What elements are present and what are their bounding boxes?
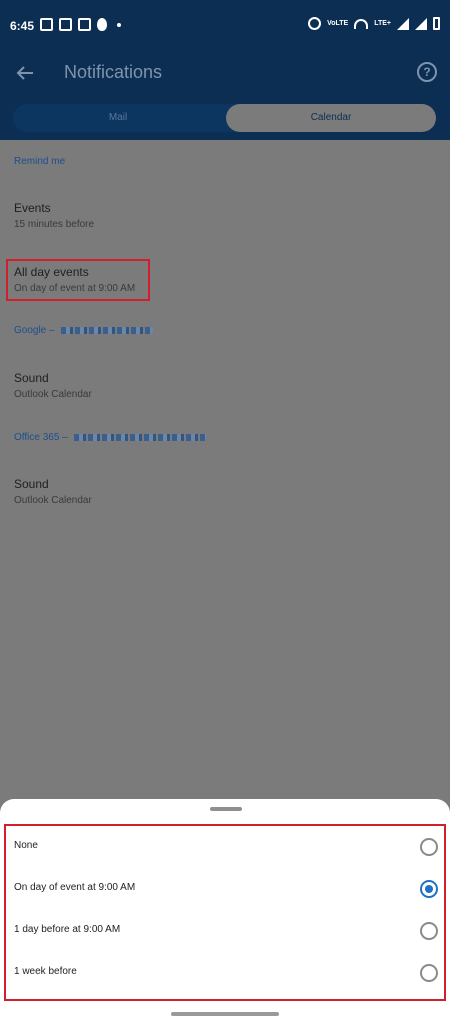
more-notifications-icon	[117, 22, 121, 27]
lte-label: LTE+	[374, 20, 391, 27]
section-google-label: Google –	[14, 325, 55, 336]
highlight-box-options	[4, 824, 446, 1001]
app-notification-icon	[78, 18, 91, 31]
hotspot-icon	[354, 18, 369, 29]
signal-icon	[397, 17, 409, 30]
redacted-email	[73, 433, 206, 441]
notification-icons	[40, 18, 121, 31]
highlight-box-all-day	[6, 259, 150, 301]
setting-office365-sound[interactable]: Sound Outlook Calendar	[14, 477, 92, 506]
setting-title: Sound	[14, 477, 49, 491]
message-icon	[40, 18, 53, 31]
alarm-icon	[308, 17, 322, 30]
drag-handle[interactable]	[210, 807, 242, 811]
setting-value: 15 minutes before	[14, 219, 95, 230]
status-bar: 6:45 VoLTE LTE+	[0, 0, 450, 48]
signal-icon-2	[415, 17, 427, 30]
redacted-email	[60, 326, 153, 334]
battery-icon	[433, 17, 440, 30]
tab-mail[interactable]: Mail	[13, 104, 223, 132]
mail-calendar-toggle: Mail Calendar	[13, 104, 436, 132]
bottom-sheet: None On day of event at 9:00 AM 1 day be…	[0, 799, 450, 1024]
setting-title: Events	[14, 201, 51, 215]
setting-value: Outlook Calendar	[14, 495, 92, 506]
setting-value: Outlook Calendar	[14, 389, 92, 400]
section-remind-me: Remind me	[14, 156, 66, 167]
gesture-nav-bar[interactable]	[171, 1012, 279, 1016]
setting-title: Sound	[14, 371, 49, 385]
section-office365-account: Office 365 –	[14, 432, 206, 443]
setting-google-sound[interactable]: Sound Outlook Calendar	[14, 371, 92, 400]
tab-calendar[interactable]: Calendar	[226, 104, 436, 132]
section-google-account: Google –	[14, 325, 153, 336]
app-notification-icon	[59, 18, 72, 31]
app-bar: Notifications ? Mail Calendar	[0, 48, 450, 140]
help-icon[interactable]: ?	[417, 62, 437, 82]
volte-label: VoLTE	[327, 20, 349, 27]
status-time: 6:45	[10, 19, 35, 33]
system-icons: VoLTE LTE+	[308, 17, 440, 30]
setting-events[interactable]: Events 15 minutes before	[14, 201, 94, 230]
section-office365-label: Office 365 –	[14, 432, 68, 443]
back-arrow-icon[interactable]	[14, 62, 36, 84]
flame-icon	[97, 18, 107, 31]
page-title: Notifications	[64, 62, 163, 82]
